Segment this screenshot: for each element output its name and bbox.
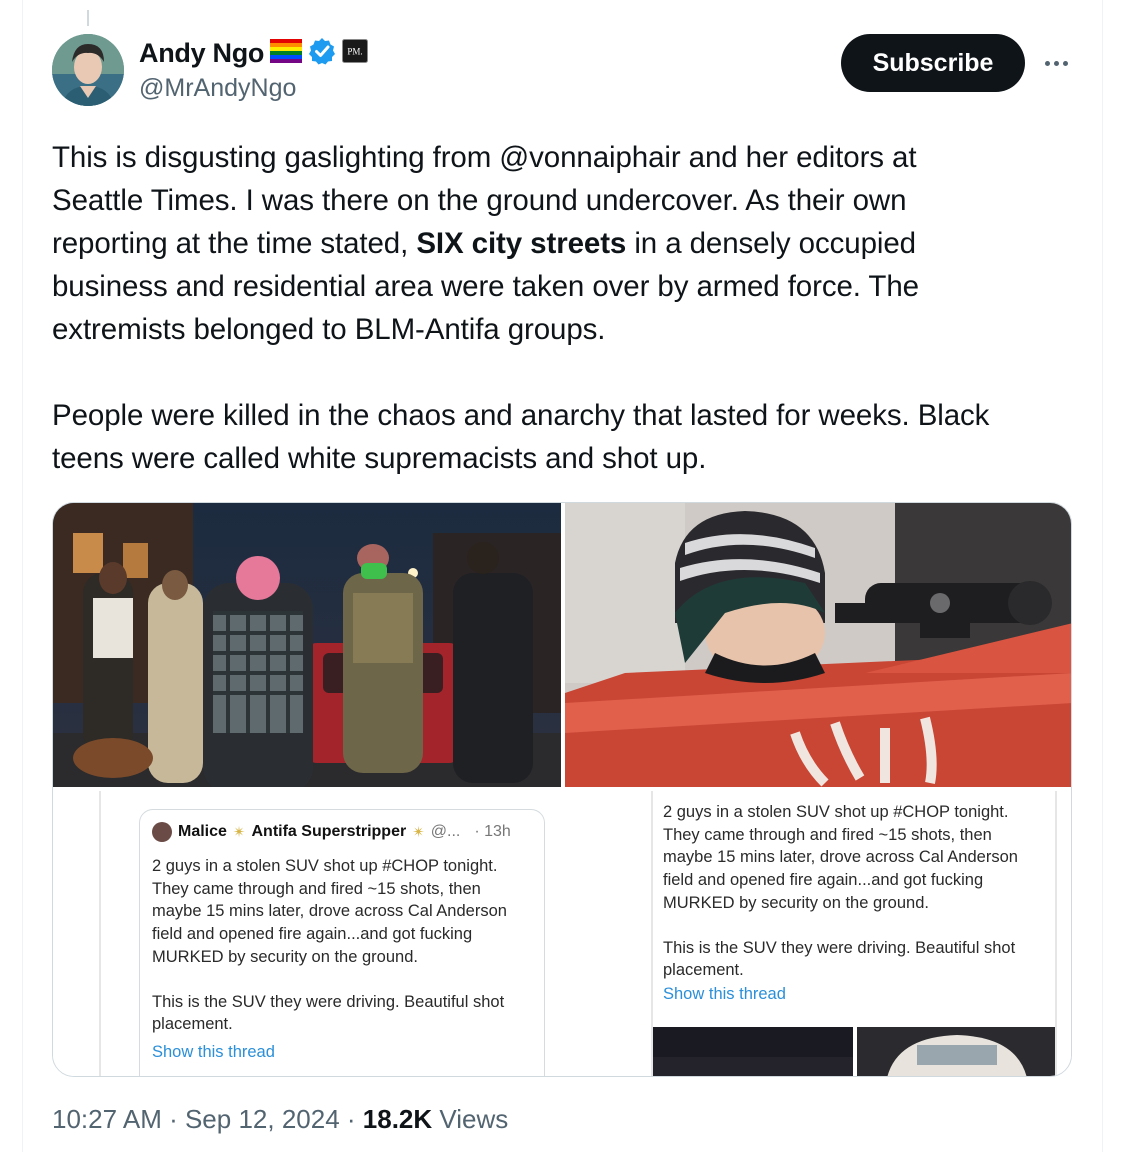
- embedded-line: 2 guys in a stolen SUV shot up #CHOP ton…: [663, 803, 1009, 821]
- embedded-post-screenshot-right[interactable]: 2 guys in a stolen SUV shot up #CHOP ton…: [565, 791, 1071, 1076]
- screenshot-edge: [1055, 791, 1057, 1076]
- embedded-photo-night: [653, 1027, 853, 1076]
- author-handle[interactable]: @MrAndyNgo: [139, 74, 296, 103]
- show-thread-link: Show this thread: [663, 984, 786, 1003]
- embedded-photo-suv: [857, 1027, 1055, 1076]
- verified-badge-icon[interactable]: [308, 37, 336, 70]
- sparkle-icon: ✴: [232, 824, 246, 841]
- author-name-row: Andy Ngo PM.: [139, 36, 369, 70]
- views-label: Views: [432, 1104, 509, 1134]
- subscribe-button[interactable]: Subscribe: [841, 34, 1025, 92]
- more-dot: [1062, 60, 1068, 66]
- tweet-date[interactable]: Sep 12, 2024: [185, 1104, 340, 1134]
- affiliate-badge-icon[interactable]: PM.: [342, 38, 369, 68]
- embedded-post-header: Malice ✴ Antifa Superstripper ✴ @... · 1…: [152, 822, 511, 842]
- show-thread-link: Show this thread: [152, 1042, 275, 1061]
- tweet-line: teens were called white supremacists and…: [52, 442, 707, 475]
- tweet-line: reporting at the time stated, SIX city s…: [52, 222, 1082, 265]
- embedded-paragraph-gap: [663, 915, 1018, 937]
- embedded-post-time: · 13h: [474, 823, 511, 840]
- affiliate-badge-text: PM.: [347, 46, 362, 56]
- more-dot: [1044, 60, 1050, 66]
- thread-connector: [87, 10, 89, 26]
- embedded-line: MURKED by security on the ground.: [663, 893, 929, 912]
- embedded-line: This is the SUV they were driving. Beaut…: [663, 938, 1016, 957]
- media-grid: Malice ✴ Antifa Superstripper ✴ @... · 1…: [52, 502, 1072, 1077]
- embedded-line: placement.: [663, 961, 744, 980]
- card-border-right: [1102, 0, 1103, 1152]
- card-border-left: [22, 0, 23, 1152]
- more-dot: [1053, 60, 1059, 66]
- more-options-icon[interactable]: [1038, 46, 1074, 80]
- screenshot-edge: [99, 791, 101, 1076]
- tweet-header: Andy Ngo PM. @MrAndyNgo Subscribe: [52, 34, 1082, 110]
- meta-separator: ·: [161, 1104, 185, 1134]
- embedded-post-body: 2 guys in a stolen SUV shot up #CHOP ton…: [663, 801, 1018, 1006]
- author-name[interactable]: Andy Ngo: [139, 38, 264, 69]
- tweet-line: Seattle Times. I was there on the ground…: [52, 184, 907, 217]
- embedded-line: 2 guys in a stolen SUV shot up #CHOP ton…: [152, 857, 498, 875]
- tweet-line: People were killed in the chaos and anar…: [52, 399, 990, 432]
- sparkle-icon: ✴: [412, 824, 425, 841]
- embedded-author-name-2: Antifa Superstripper: [251, 823, 407, 840]
- embedded-line: placement.: [152, 1015, 233, 1034]
- embedded-line: maybe 15 mins later, drove across Cal An…: [152, 902, 507, 921]
- tweet-line: This is disgusting gaslighting from @von…: [52, 141, 917, 174]
- photo-armed-person[interactable]: [565, 503, 1071, 787]
- tweet-text: This is disgusting gaslighting from @von…: [52, 136, 1082, 480]
- tweet-bold-text: SIX city streets: [416, 227, 627, 260]
- embedded-author-avatar: [152, 822, 172, 842]
- tweet-text-segment: reporting at the time stated,: [52, 227, 417, 260]
- photo-street-scene[interactable]: [53, 503, 561, 787]
- tweet-line: extremists belonged to BLM-Antifa groups…: [52, 313, 606, 346]
- embedded-line: This is the SUV they were driving. Beaut…: [152, 992, 505, 1011]
- embedded-line: field and opened fire again...and got fu…: [152, 925, 473, 944]
- embedded-author-handle: @...: [430, 823, 461, 840]
- embedded-line: They came through and fired ~15 shots, t…: [663, 825, 992, 844]
- embedded-post-body: 2 guys in a stolen SUV shot up #CHOP ton…: [152, 855, 507, 1064]
- rainbow-flag-icon: [270, 38, 303, 68]
- tweet-meta: 10:27 AM · Sep 12, 2024 · 18.2K Views: [52, 1104, 508, 1135]
- avatar[interactable]: [52, 34, 124, 106]
- tweet-text-segment: in a densely occupied: [626, 227, 916, 260]
- embedded-post-screenshot-left[interactable]: Malice ✴ Antifa Superstripper ✴ @... · 1…: [53, 791, 561, 1076]
- embedded-post-card: Malice ✴ Antifa Superstripper ✴ @... · 1…: [139, 809, 545, 1076]
- tweet-time[interactable]: 10:27 AM: [52, 1104, 162, 1134]
- meta-separator: ·: [339, 1104, 363, 1134]
- embedded-line: MURKED by security on the ground.: [152, 947, 418, 966]
- embedded-author-name: Malice: [178, 823, 227, 840]
- embedded-line: They came through and fired ~15 shots, t…: [152, 879, 481, 898]
- embedded-line: maybe 15 mins later, drove across Cal An…: [663, 848, 1018, 867]
- views-count: 18.2K: [362, 1104, 433, 1134]
- embedded-line: field and opened fire again...and got fu…: [663, 871, 984, 890]
- tweet-line: business and residential area were taken…: [52, 270, 919, 303]
- embedded-paragraph-gap: [152, 969, 507, 991]
